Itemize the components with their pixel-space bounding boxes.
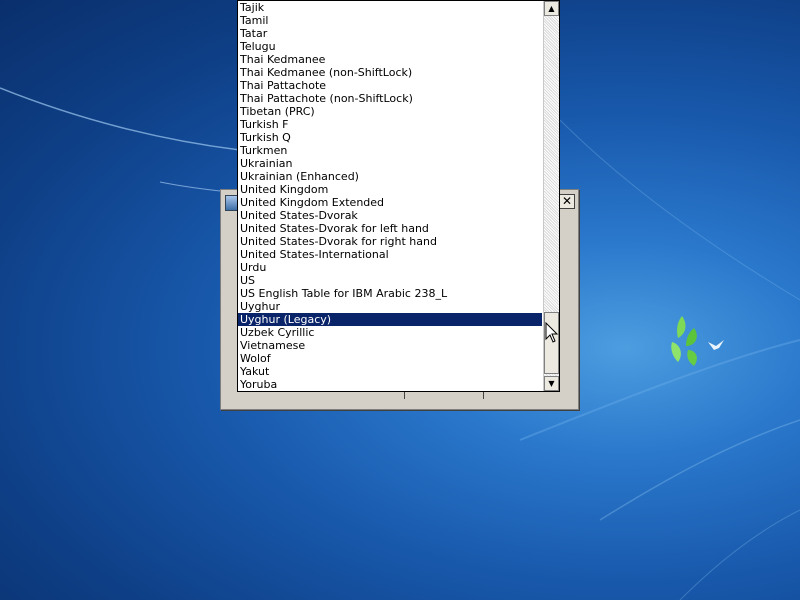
list-item[interactable]: Tatar	[238, 27, 542, 40]
list-item[interactable]: Vietnamese	[238, 339, 542, 352]
list-item[interactable]: Yakut	[238, 365, 542, 378]
list-item[interactable]: Uzbek Cyrillic	[238, 326, 542, 339]
list-item[interactable]: Ukrainian	[238, 157, 542, 170]
list-item[interactable]: United Kingdom	[238, 183, 542, 196]
list-item[interactable]: Tajik	[238, 1, 542, 14]
list-item[interactable]: Uyghur	[238, 300, 542, 313]
list-item[interactable]: United States-Dvorak for left hand	[238, 222, 542, 235]
list-item[interactable]: Thai Kedmanee	[238, 53, 542, 66]
list-item[interactable]: United States-International	[238, 248, 542, 261]
scroll-down-button[interactable]: ▼	[544, 376, 559, 391]
list-item[interactable]: Turkish Q	[238, 131, 542, 144]
arrow-up-icon: ▲	[548, 4, 555, 13]
list-item[interactable]: Wolof	[238, 352, 542, 365]
close-icon: ✕	[561, 194, 573, 208]
list-item[interactable]: Turkmen	[238, 144, 542, 157]
list-item[interactable]: US English Table for IBM Arabic 238_L	[238, 287, 542, 300]
mouse-cursor-icon	[545, 322, 559, 343]
list-item[interactable]: Telugu	[238, 40, 542, 53]
list-item[interactable]: Thai Pattachote (non-ShiftLock)	[238, 92, 542, 105]
list-item[interactable]: Tamil	[238, 14, 542, 27]
list-item[interactable]: United Kingdom Extended	[238, 196, 542, 209]
list-item[interactable]: Tibetan (PRC)	[238, 105, 542, 118]
list-item[interactable]: Yoruba	[238, 378, 542, 391]
list-item[interactable]: Thai Pattachote	[238, 79, 542, 92]
keyboard-layout-listbox[interactable]: Tajik Tamil Tatar Telugu Thai Kedmanee Thai K…	[237, 0, 560, 392]
list-item[interactable]: Urdu	[238, 261, 542, 274]
list-item[interactable]: Ukrainian (Enhanced)	[238, 170, 542, 183]
list-item[interactable]: Thai Kedmanee (non-ShiftLock)	[238, 66, 542, 79]
list-item[interactable]: US	[238, 274, 542, 287]
list-item[interactable]: United States-Dvorak for right hand	[238, 235, 542, 248]
list-item[interactable]: United States-Dvorak	[238, 209, 542, 222]
list-item[interactable]: Turkish F	[238, 118, 542, 131]
windows-logo-icon	[671, 316, 724, 366]
arrow-down-icon: ▼	[548, 379, 555, 388]
dialog-close-button[interactable]: ✕	[559, 194, 575, 209]
listbox-items: Tajik Tamil Tatar Telugu Thai Kedmanee Thai K…	[238, 1, 542, 391]
list-item[interactable]: Uyghur (Legacy)	[238, 313, 542, 326]
scroll-up-button[interactable]: ▲	[544, 1, 559, 16]
